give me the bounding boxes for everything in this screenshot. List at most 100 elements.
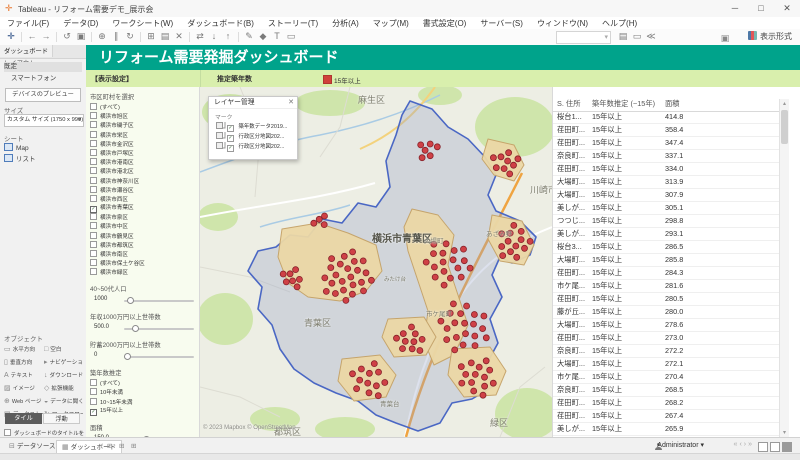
house-marker[interactable] bbox=[401, 337, 409, 345]
house-marker[interactable] bbox=[498, 230, 506, 238]
house-marker[interactable] bbox=[504, 157, 512, 165]
house-marker[interactable] bbox=[506, 170, 514, 178]
object-item-7[interactable]: ◇ 拡張機能 bbox=[43, 383, 83, 394]
house-marker[interactable] bbox=[450, 247, 458, 254]
house-marker[interactable] bbox=[507, 248, 514, 256]
table-row-14[interactable]: 荏田町... 15年以上 280.5 bbox=[553, 293, 779, 306]
house-marker[interactable] bbox=[466, 264, 474, 272]
age-filter-option-3[interactable]: ✓ 15年以上 bbox=[90, 407, 199, 417]
table-row-17[interactable]: 荏田町... 15年以上 273.0 bbox=[553, 332, 779, 345]
house-marker[interactable] bbox=[470, 311, 478, 318]
house-marker[interactable] bbox=[332, 271, 340, 279]
undo-icon[interactable]: ← bbox=[25, 29, 39, 44]
house-marker[interactable] bbox=[430, 240, 438, 248]
new-data-source-icon[interactable]: ⊕ bbox=[95, 29, 109, 44]
clear-sheet-icon[interactable]: ✕ bbox=[172, 29, 186, 44]
house-marker[interactable] bbox=[499, 252, 507, 260]
table-row-21[interactable]: 奈良町... 15年以上 268.5 bbox=[553, 384, 779, 397]
table-scrollbar[interactable]: ▴ ▾ bbox=[779, 99, 789, 437]
house-marker[interactable] bbox=[321, 212, 328, 220]
city-filter-option-11[interactable]: ✓ 横浜市青葉区 bbox=[90, 204, 199, 214]
city-filter-option-0[interactable]: (すべて) bbox=[90, 103, 199, 112]
house-marker[interactable] bbox=[480, 312, 488, 320]
maximize-button[interactable]: □ bbox=[748, 0, 774, 16]
table-row-10[interactable]: 桜台3... 15年以上 286.5 bbox=[553, 241, 779, 254]
house-marker[interactable] bbox=[479, 325, 487, 333]
house-marker[interactable] bbox=[526, 237, 534, 245]
map-view[interactable]: 麻生区川崎市横浜市青葉区青葉区大場町あざみ野市ケ尾町みたけ台青葉台緑区都筑区 ©… bbox=[200, 87, 553, 437]
table-row-7[interactable]: 美しが... 15年以上 305.1 bbox=[553, 202, 779, 215]
city-filter-option-9[interactable]: 横浜市瀬谷区 bbox=[90, 185, 199, 195]
house-marker[interactable] bbox=[481, 382, 489, 390]
house-marker[interactable] bbox=[517, 227, 525, 235]
house-marker[interactable] bbox=[408, 345, 416, 353]
city-filter-option-18[interactable]: 横浜市緑区 bbox=[90, 268, 199, 277]
house-marker[interactable] bbox=[320, 221, 328, 229]
house-marker[interactable] bbox=[357, 365, 365, 373]
house-marker[interactable] bbox=[327, 264, 335, 272]
grid-view-icon[interactable] bbox=[758, 442, 768, 452]
house-marker[interactable] bbox=[338, 277, 346, 285]
house-marker[interactable] bbox=[360, 287, 367, 295]
table-row-11[interactable]: 大場町... 15年以上 285.8 bbox=[553, 254, 779, 267]
house-marker[interactable] bbox=[349, 370, 356, 378]
house-marker[interactable] bbox=[489, 154, 497, 162]
house-marker[interactable] bbox=[467, 359, 475, 367]
redo-icon[interactable]: → bbox=[39, 29, 53, 44]
object-item-8[interactable]: ⊕ Web ページ bbox=[3, 396, 43, 407]
new-story-icon[interactable]: ⊞ bbox=[126, 440, 141, 453]
house-marker[interactable] bbox=[418, 154, 426, 162]
house-marker[interactable] bbox=[471, 370, 479, 378]
object-item-1[interactable]: □ 空白 bbox=[43, 344, 83, 355]
house-marker[interactable] bbox=[362, 269, 370, 277]
house-marker[interactable] bbox=[512, 242, 520, 250]
house-marker[interactable] bbox=[349, 248, 357, 256]
house-marker[interactable] bbox=[340, 286, 347, 294]
slider-2-handle[interactable] bbox=[124, 352, 131, 360]
house-marker[interactable] bbox=[449, 300, 457, 308]
filmstrip-view-icon[interactable] bbox=[770, 442, 780, 452]
house-marker[interactable] bbox=[446, 309, 454, 317]
object-item-4[interactable]: A テキスト bbox=[3, 370, 43, 381]
object-item-3[interactable]: ▸ナビゲーション bbox=[43, 357, 83, 368]
show-mark-labels-icon[interactable]: T bbox=[270, 29, 284, 44]
city-filter-option-4[interactable]: 横浜市金沢区 bbox=[90, 139, 199, 149]
user-menu[interactable]: Administrator ▾ bbox=[657, 441, 704, 449]
scrollbar-thumb[interactable] bbox=[781, 110, 788, 144]
house-marker[interactable] bbox=[431, 273, 439, 281]
house-marker[interactable] bbox=[370, 360, 378, 368]
city-filter-option-13[interactable]: 横浜市中区 bbox=[90, 222, 199, 231]
house-marker[interactable] bbox=[356, 376, 364, 384]
house-marker[interactable] bbox=[322, 287, 330, 295]
house-marker[interactable] bbox=[367, 276, 375, 284]
house-marker[interactable] bbox=[454, 264, 462, 272]
pagination-arrows[interactable]: «‹›» bbox=[734, 441, 754, 448]
object-item-9[interactable]: ◒ データに聞く bbox=[43, 396, 83, 407]
standard-view-icon[interactable]: ▣ bbox=[718, 31, 732, 46]
save-icon[interactable]: ▣ bbox=[74, 29, 88, 44]
house-marker[interactable] bbox=[506, 229, 514, 237]
pause-updates-icon[interactable]: ∥ bbox=[109, 29, 123, 44]
table-row-15[interactable]: 藤が丘... 15年以上 280.0 bbox=[553, 306, 779, 319]
house-marker[interactable] bbox=[492, 164, 500, 172]
house-marker[interactable] bbox=[451, 319, 459, 327]
house-marker[interactable] bbox=[470, 320, 477, 328]
house-marker[interactable] bbox=[505, 149, 513, 157]
tiled-button[interactable]: タイル bbox=[5, 413, 42, 424]
table-row-4[interactable]: 荏田町... 15年以上 334.0 bbox=[553, 163, 779, 176]
city-filter-option-16[interactable]: 横浜市南区 bbox=[90, 250, 199, 259]
house-marker[interactable] bbox=[457, 363, 465, 371]
house-marker[interactable] bbox=[399, 345, 406, 353]
house-marker[interactable] bbox=[422, 258, 430, 266]
table-row-19[interactable]: 大場町... 15年以上 272.1 bbox=[553, 358, 779, 371]
house-marker[interactable] bbox=[457, 273, 465, 281]
table-row-2[interactable]: 荏田町... 15年以上 347.4 bbox=[553, 137, 779, 150]
table-row-22[interactable]: 荏田町... 15年以上 268.2 bbox=[553, 397, 779, 410]
house-marker[interactable] bbox=[410, 338, 418, 346]
house-marker[interactable] bbox=[282, 278, 290, 286]
house-marker[interactable] bbox=[459, 341, 467, 349]
house-marker[interactable] bbox=[481, 373, 488, 381]
house-marker[interactable] bbox=[460, 257, 468, 265]
show-me-button[interactable]: 表示形式 bbox=[744, 30, 796, 43]
size-dropdown[interactable]: ▾ カスタム サイズ (1750 x 990) bbox=[4, 114, 84, 127]
